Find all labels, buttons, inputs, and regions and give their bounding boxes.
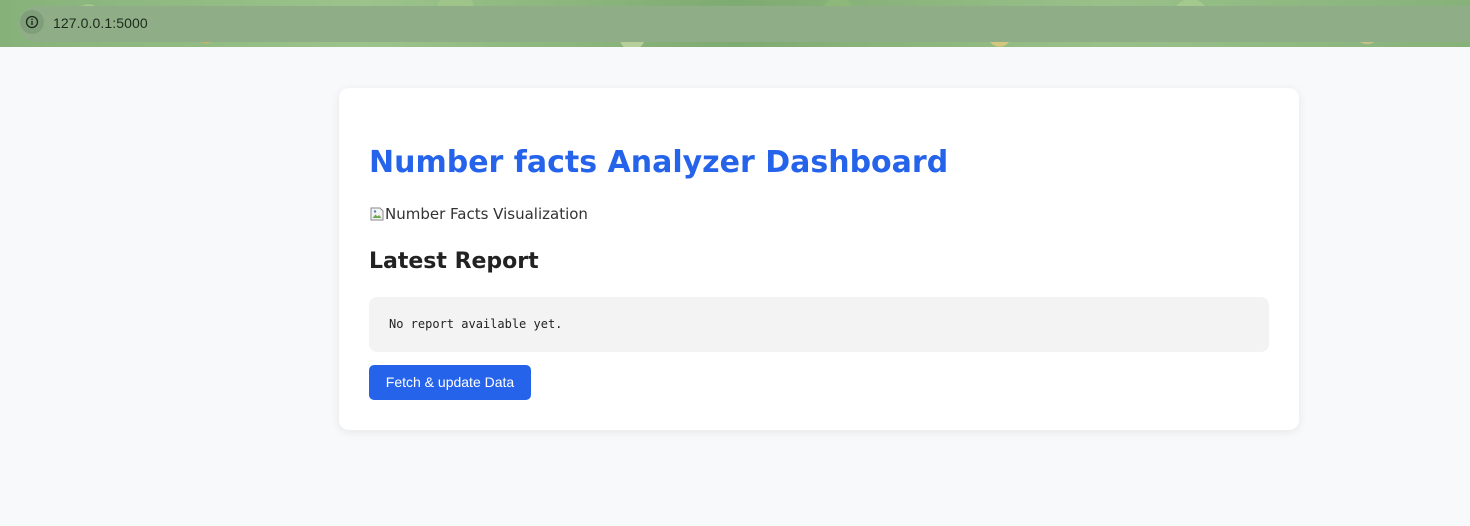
info-icon[interactable] [20,10,44,34]
report-box: No report available yet. [369,297,1269,352]
page-title: Number facts Analyzer Dashboard [369,145,949,180]
report-heading: Latest Report [369,249,539,274]
address-bar[interactable] [18,6,1470,42]
url-text[interactable]: 127.0.0.1:5000 [53,15,148,31]
dashboard-card: Number facts Analyzer Dashboard Number F… [339,88,1299,430]
report-text: No report available yet. [389,317,563,331]
broken-image-icon [369,206,385,222]
browser-toolbar: 127.0.0.1:5000 [0,0,1470,47]
visualization-image: Number Facts Visualization [369,205,588,223]
fetch-update-button[interactable]: Fetch & update Data [369,365,531,400]
image-alt-text: Number Facts Visualization [385,205,588,223]
